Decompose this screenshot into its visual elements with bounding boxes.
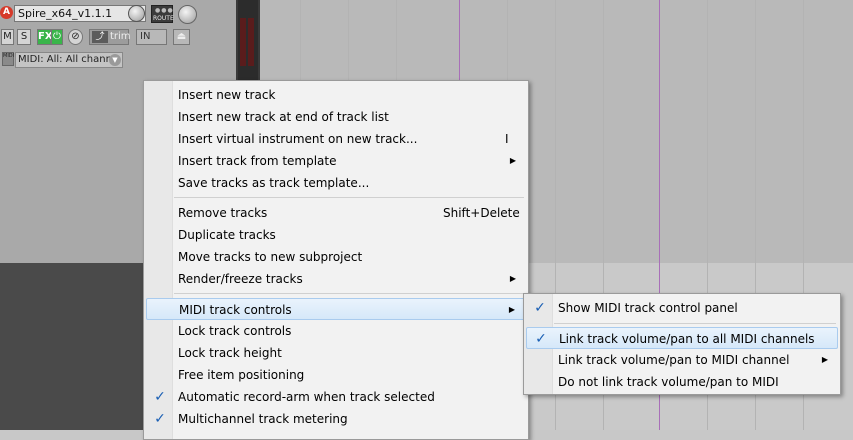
menu-separator (554, 323, 836, 324)
menu-item-do-not-link[interactable]: Do not link track volume/pan to MIDI (526, 371, 838, 393)
menu-item-multichannel-metering[interactable]: ✓ Multichannel track metering (146, 408, 526, 430)
chevron-down-icon: ▼ (109, 54, 121, 66)
menu-item-label: Automatic record-arm when track selected (178, 390, 435, 404)
menu-item-label: Multichannel track metering (178, 412, 348, 426)
menu-item-label: Save tracks as track template... (178, 176, 370, 190)
automation-mode-button[interactable]: ⤴ trim (89, 29, 131, 45)
track-context-menu: Insert new track Insert new track at end… (143, 80, 529, 440)
menu-item-insert-track-at-end[interactable]: Insert new track at end of track list (146, 106, 526, 128)
menu-item-show-midi-control-panel[interactable]: ✓ Show MIDI track control panel (526, 297, 838, 319)
solo-button[interactable]: S (17, 29, 31, 45)
menu-item-label: Link track volume/pan to MIDI channel (558, 353, 790, 367)
checkmark-icon: ✓ (154, 389, 166, 405)
menu-item-label: Move tracks to new subproject (178, 250, 363, 264)
meter-right-channel (248, 18, 254, 66)
midi-track-controls-submenu: ✓ Show MIDI track control panel ✓ Link t… (523, 293, 841, 395)
menu-item-label: Lock track controls (178, 324, 292, 338)
menu-item-duplicate-tracks[interactable]: Duplicate tracks (146, 224, 526, 246)
submenu-arrow-icon: ▶ (509, 156, 516, 165)
envelope-icon: ⤴ (92, 31, 108, 43)
menu-item-label: Show MIDI track control panel (558, 301, 738, 315)
track-name-field[interactable]: Spire_x64_v1.1.1 (14, 5, 146, 22)
menu-item-label: Remove tracks (178, 206, 268, 220)
menu-item-auto-record-arm[interactable]: ✓ Automatic record-arm when track select… (146, 386, 526, 408)
track-meter (238, 0, 258, 70)
route-button[interactable]: ●●● ROUTE (151, 5, 174, 23)
menu-item-shortcut: Shift+Delete (443, 206, 520, 220)
meter-left-channel (240, 18, 246, 66)
menu-item-remove-tracks[interactable]: Remove tracks Shift+Delete (146, 202, 526, 224)
checkmark-icon: ✓ (535, 331, 547, 347)
menu-item-insert-virtual-instrument[interactable]: Insert virtual instrument on new track..… (146, 128, 526, 150)
record-arm-button[interactable]: A (0, 6, 13, 19)
menu-item-insert-track-from-template[interactable]: Insert track from template ▶ (146, 150, 526, 172)
menu-item-move-to-subproject[interactable]: Move tracks to new subproject (146, 246, 526, 268)
menu-item-lock-track-height[interactable]: Lock track height (146, 342, 526, 364)
volume-knob[interactable] (128, 5, 145, 22)
menu-item-label: Render/freeze tracks (178, 272, 303, 286)
menu-item-save-track-template[interactable]: Save tracks as track template... (146, 172, 526, 194)
menu-item-render-freeze-tracks[interactable]: Render/freeze tracks ▶ (146, 268, 526, 290)
midi-channel-value: MIDI: All: All chann (18, 54, 112, 65)
trim-label: trim (110, 31, 131, 42)
menu-item-label: Insert new track at end of track list (178, 110, 389, 124)
submenu-arrow-icon: ▶ (509, 274, 516, 283)
menu-item-label: MIDI track controls (179, 303, 292, 317)
menu-item-lock-track-controls[interactable]: Lock track controls (146, 320, 526, 342)
pan-knob[interactable] (178, 5, 197, 24)
menu-item-label: Insert virtual instrument on new track..… (178, 132, 418, 146)
menu-item-link-to-midi-channel[interactable]: Link track volume/pan to MIDI channel ▶ (526, 349, 838, 371)
submenu-arrow-icon: ▶ (821, 355, 828, 364)
fx-button[interactable]: FX (37, 29, 53, 45)
route-label: ROUTE (153, 15, 174, 22)
io-routing-icon[interactable]: ⏏ (173, 29, 190, 45)
menu-item-label: Do not link track volume/pan to MIDI (558, 375, 779, 389)
midi-icon: MIDI (2, 52, 14, 66)
menu-item-insert-new-track[interactable]: Insert new track (146, 84, 526, 106)
submenu-arrow-icon: ▶ (508, 305, 515, 314)
menu-item-link-to-all-midi-channels[interactable]: ✓ Link track volume/pan to all MIDI chan… (526, 327, 838, 349)
menu-item-label: Duplicate tracks (178, 228, 276, 242)
menu-item-free-item-positioning[interactable]: Free item positioning (146, 364, 526, 386)
mute-button[interactable]: M (1, 29, 14, 45)
fx-bypass-icon[interactable]: ⏻ (51, 29, 63, 45)
menu-item-midi-track-controls[interactable]: MIDI track controls ▶ (146, 298, 526, 320)
menu-item-label: Lock track height (178, 346, 282, 360)
route-icon: ●●● (155, 7, 174, 14)
midi-channel-select[interactable]: MIDI: All: All chann ▼ (15, 52, 123, 68)
menu-item-shortcut: I (505, 132, 509, 146)
checkmark-icon: ✓ (154, 411, 166, 427)
menu-item-label: Insert track from template (178, 154, 337, 168)
checkmark-icon: ✓ (534, 300, 546, 316)
menu-separator (174, 197, 524, 198)
menu-separator (174, 293, 524, 294)
menu-item-label: Insert new track (178, 88, 276, 102)
menu-item-label: Link track volume/pan to all MIDI channe… (559, 332, 815, 346)
phase-invert-icon[interactable]: ⊘ (68, 29, 83, 45)
menu-item-label: Free item positioning (178, 368, 305, 382)
input-monitor-button[interactable]: IN (136, 29, 167, 45)
